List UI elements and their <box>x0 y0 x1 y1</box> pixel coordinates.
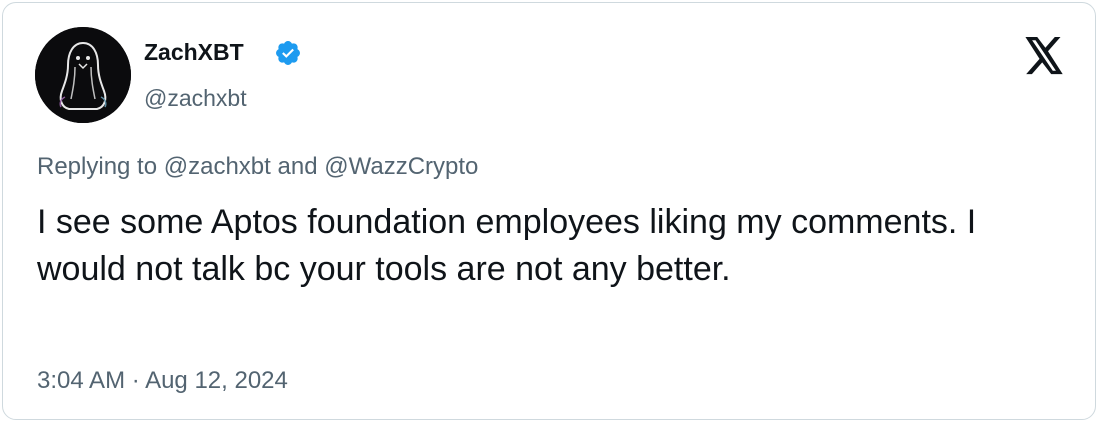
ghost-penguin-avatar-icon <box>35 27 131 123</box>
mention-link-zachxbt[interactable]: @zachxbt <box>164 153 271 180</box>
replying-to-prefix: Replying to <box>37 153 158 180</box>
author-display-name[interactable]: ZachXBT <box>144 39 244 66</box>
x-logo-icon[interactable] <box>1021 37 1067 75</box>
tweet-time[interactable]: 3:04 AM <box>37 367 125 394</box>
verified-badge-icon <box>276 41 300 65</box>
replying-to-line: Replying to @zachxbt and @WazzCrypto <box>37 153 478 181</box>
timestamp-separator: · <box>131 367 140 394</box>
avatar[interactable] <box>35 27 131 123</box>
mention-link-wazzcrypto[interactable]: @WazzCrypto <box>324 153 478 180</box>
tweet-card: ZachXBT @zachxbt Replying to @zachxbt an… <box>2 2 1096 420</box>
tweet-date[interactable]: Aug 12, 2024 <box>145 367 288 394</box>
tweet-text: I see some Aptos foundation employees li… <box>37 203 977 288</box>
author-handle[interactable]: @zachxbt <box>144 85 247 112</box>
replying-to-conjunction: and <box>277 153 318 180</box>
tweet-timestamp[interactable]: 3:04 AM · Aug 12, 2024 <box>37 367 288 395</box>
